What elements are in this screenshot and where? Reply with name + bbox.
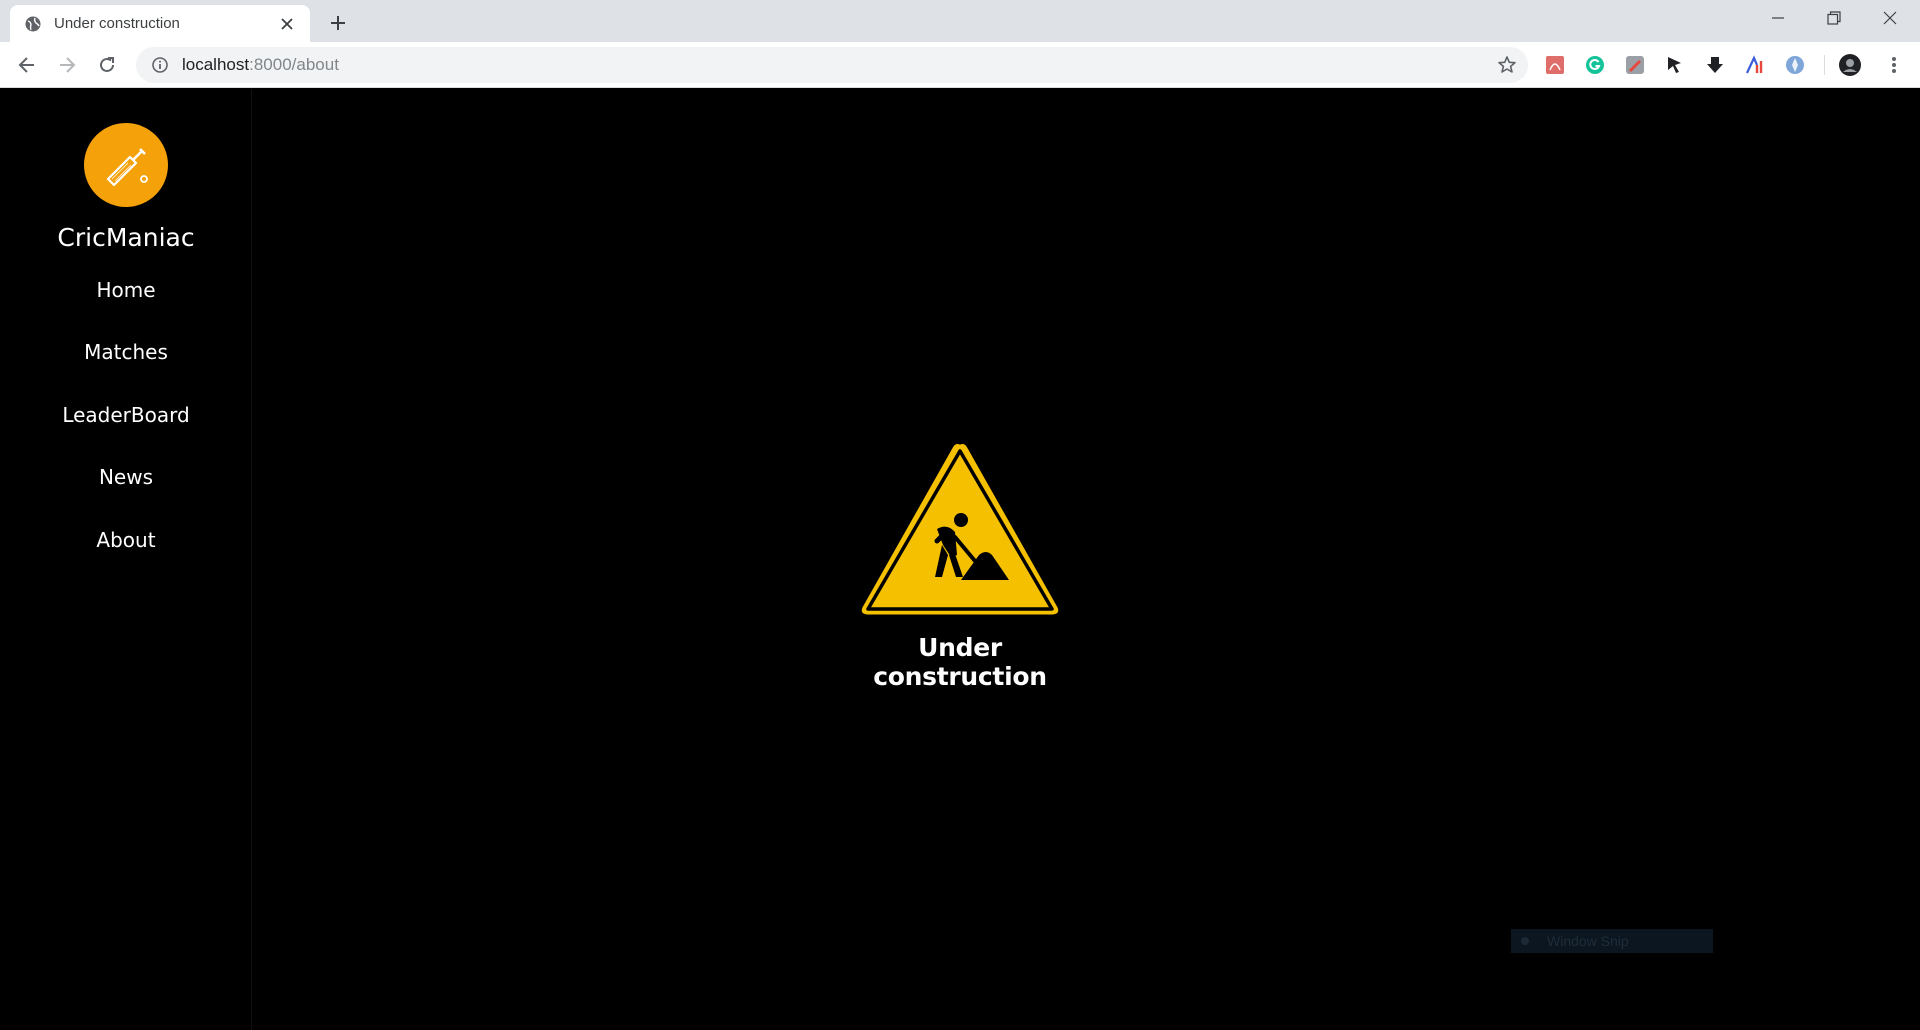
- snip-label: Window Snip: [1547, 933, 1629, 949]
- grammarly-extension-icon[interactable]: [1583, 53, 1607, 77]
- page-viewport: CricManiac Home Matches LeaderBoard News…: [0, 89, 1920, 1030]
- globe-icon: [24, 15, 42, 33]
- sidebar-item-matches[interactable]: Matches: [0, 340, 252, 364]
- cursor-extension-icon[interactable]: [1663, 53, 1687, 77]
- forward-button[interactable]: [52, 50, 82, 80]
- snip-icon: [1521, 937, 1529, 945]
- address-bar[interactable]: localhost:8000/about: [136, 47, 1528, 83]
- tab-title: Under construction: [54, 15, 180, 32]
- sidebar-item-home[interactable]: Home: [0, 278, 252, 302]
- profile-avatar[interactable]: [1838, 53, 1862, 77]
- sidebar-item-leaderboard[interactable]: LeaderBoard: [0, 403, 252, 427]
- menu-icon[interactable]: [1882, 53, 1906, 77]
- browser-tab[interactable]: Under construction: [10, 5, 310, 42]
- back-button[interactable]: [12, 50, 42, 80]
- download-extension-icon[interactable]: [1703, 53, 1727, 77]
- star-icon[interactable]: [1496, 54, 1518, 76]
- under-construction-message: Under construction: [873, 633, 1047, 691]
- brand-name: CricManiac: [57, 223, 195, 252]
- browser-titlebar: Under construction: [0, 0, 1920, 42]
- url-host: localhost: [182, 55, 250, 74]
- pdf-extension-icon[interactable]: [1543, 53, 1567, 77]
- browser-toolbar: localhost:8000/about: [0, 42, 1920, 88]
- restore-button[interactable]: [1806, 0, 1862, 36]
- construction-worker-icon: [858, 440, 1062, 618]
- sidebar-item-about[interactable]: About: [0, 528, 252, 552]
- url-path: :8000/about: [249, 55, 339, 74]
- chart-extension-icon[interactable]: [1743, 53, 1767, 77]
- close-icon[interactable]: [278, 15, 296, 33]
- cricket-bat-logo-icon[interactable]: [84, 123, 168, 207]
- new-tab-button[interactable]: [324, 9, 352, 37]
- edit-extension-icon[interactable]: [1623, 53, 1647, 77]
- toolbar-divider: [1824, 55, 1825, 75]
- sidebar: CricManiac Home Matches LeaderBoard News…: [0, 89, 252, 1030]
- window-snip-overlay[interactable]: Window Snip: [1511, 929, 1713, 953]
- close-window-button[interactable]: [1862, 0, 1918, 36]
- minimize-button[interactable]: [1750, 0, 1806, 36]
- sidebar-item-news[interactable]: News: [0, 465, 252, 489]
- reload-button[interactable]: [92, 50, 122, 80]
- info-icon[interactable]: [150, 55, 170, 75]
- compass-extension-icon[interactable]: [1783, 53, 1807, 77]
